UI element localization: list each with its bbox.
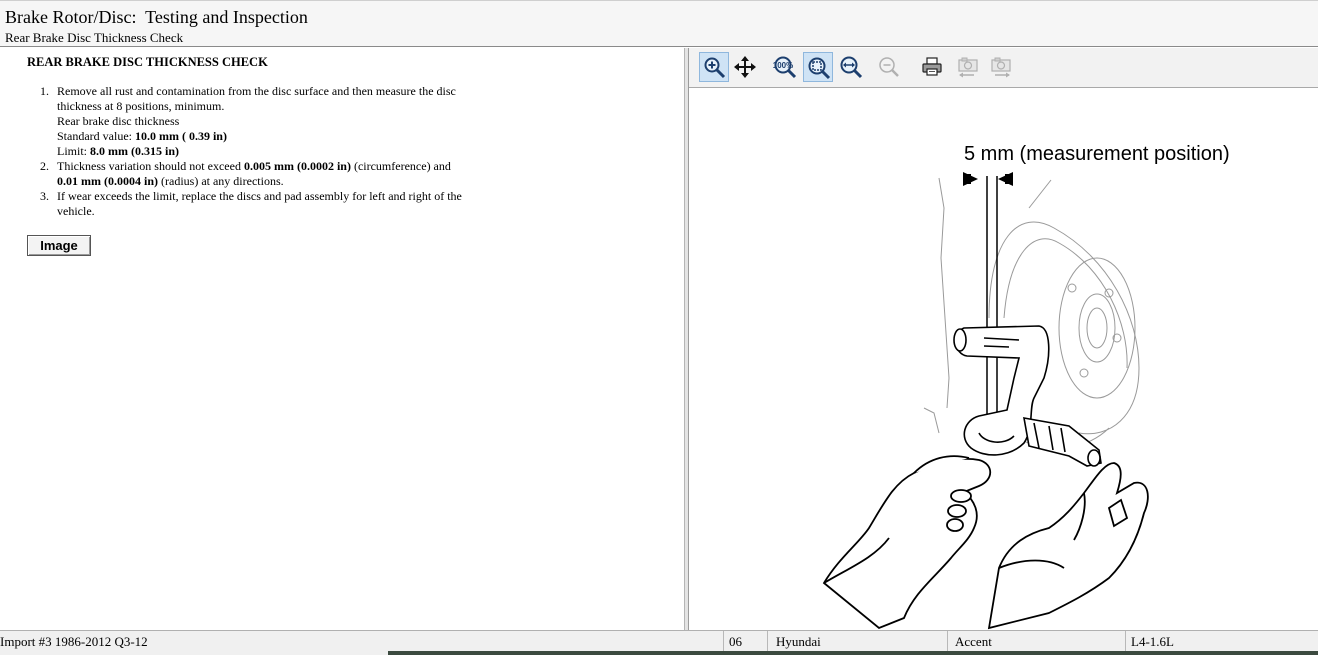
next-image-icon bbox=[991, 57, 1011, 78]
zoom-fit-button[interactable] bbox=[803, 52, 833, 82]
zoom-100-icon: 100% bbox=[773, 56, 797, 79]
step-text-part: (radius) at any directions. bbox=[158, 174, 284, 188]
micrometer bbox=[953, 325, 1102, 467]
section-heading: REAR BRAKE DISC THICKNESS CHECK bbox=[27, 55, 268, 69]
print-icon bbox=[922, 57, 942, 76]
left-hand bbox=[822, 455, 992, 630]
next-image-button[interactable] bbox=[986, 52, 1016, 82]
previous-image-button[interactable] bbox=[953, 52, 983, 82]
pan-button[interactable] bbox=[730, 52, 760, 82]
taskbar-strip bbox=[388, 651, 1318, 655]
measurement-position-label: 5 mm (measurement position) bbox=[964, 143, 1230, 165]
list-item: 3. If wear exceeds the limit, replace th… bbox=[40, 189, 507, 219]
window-header: Brake Rotor/Disc: Testing and Inspection… bbox=[0, 0, 1318, 47]
zoom-in-icon bbox=[704, 57, 726, 79]
standard-value-line: Standard value: 10.0 mm ( 0.39 in) bbox=[57, 129, 507, 144]
zoom-fit-icon bbox=[808, 57, 831, 80]
page-subtitle: Rear Brake Disc Thickness Check bbox=[5, 30, 184, 45]
step-number: 1. bbox=[40, 84, 49, 98]
document-pane: REAR BRAKE DISC THICKNESS CHECK 1. Remov… bbox=[0, 48, 684, 630]
step-text: 0.01 mm (0.0004 in) (radius) at any dire… bbox=[57, 174, 507, 189]
zoom-out-icon bbox=[879, 57, 899, 77]
standard-value-label: Standard value: bbox=[57, 129, 135, 143]
step-text: Rear brake disc thickness bbox=[57, 114, 180, 128]
step-text-part: Thickness variation should not exceed bbox=[57, 159, 244, 173]
measurement-arrows bbox=[963, 172, 1013, 186]
zoom-100-label: 100% bbox=[773, 61, 793, 70]
step-text: Remove all rust and contamination from t… bbox=[57, 84, 456, 98]
zoom-width-icon bbox=[840, 56, 863, 79]
list-item: 2. Thickness variation should not exceed… bbox=[40, 159, 507, 189]
variation-value: 0.005 mm (0.0002 in) bbox=[243, 159, 351, 173]
step-text: thickness at 8 positions, minimum. bbox=[57, 99, 225, 113]
brake-disc-illustration: 5 mm (measurement position) bbox=[822, 143, 1230, 630]
step-text: If wear exceeds the limit, replace the d… bbox=[57, 189, 462, 203]
image-pane: 100% 5 mm (measurement position) bbox=[689, 48, 1318, 630]
step-text: vehicle. bbox=[57, 204, 95, 218]
image-button[interactable]: Image bbox=[27, 235, 91, 256]
right-hand bbox=[987, 462, 1149, 630]
step-text: Thickness variation should not exceed 0.… bbox=[57, 159, 507, 174]
previous-image-icon bbox=[958, 57, 978, 78]
zoom-100-button[interactable]: 100% bbox=[770, 52, 800, 82]
step-text-part: (circumference) and bbox=[350, 159, 451, 173]
pan-icon bbox=[734, 56, 756, 78]
list-item: 1. Remove all rust and contamination fro… bbox=[40, 84, 507, 159]
standard-value: 10.0 mm ( 0.39 in) bbox=[134, 129, 227, 143]
page-title: Brake Rotor/Disc: Testing and Inspection bbox=[5, 7, 308, 27]
step-number: 3. bbox=[40, 189, 49, 203]
image-toolbar: 100% bbox=[689, 48, 1318, 88]
limit-label: Limit: bbox=[57, 144, 90, 158]
print-button[interactable] bbox=[917, 52, 947, 82]
limit-line: Limit: 8.0 mm (0.315 in) bbox=[57, 144, 507, 159]
variation-value: 0.01 mm (0.0004 in) bbox=[57, 174, 158, 188]
step-number: 2. bbox=[40, 159, 49, 173]
procedure-list: 1. Remove all rust and contamination fro… bbox=[40, 84, 507, 219]
limit-value: 8.0 mm (0.315 in) bbox=[90, 144, 179, 158]
zoom-out-button[interactable] bbox=[874, 52, 904, 82]
zoom-width-button[interactable] bbox=[836, 52, 866, 82]
zoom-in-button[interactable] bbox=[699, 52, 729, 82]
